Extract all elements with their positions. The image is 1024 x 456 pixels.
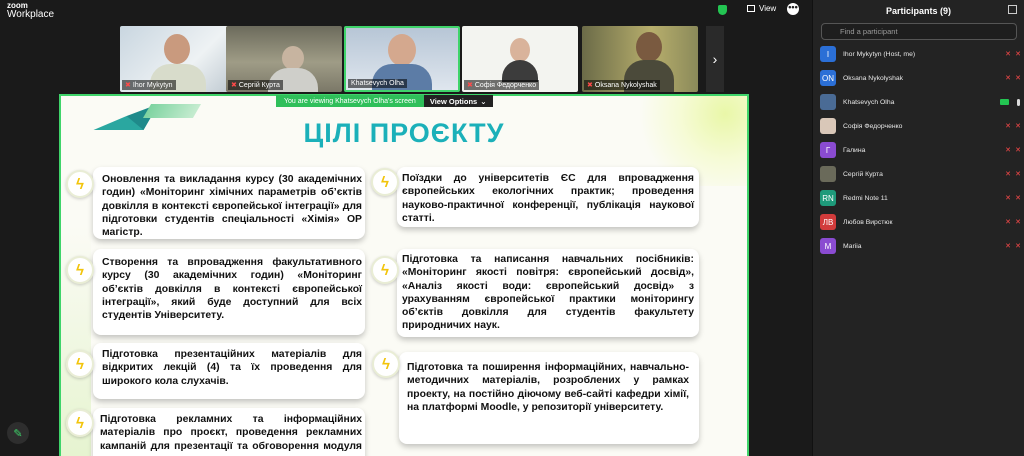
video-on-icon[interactable]	[1000, 99, 1009, 105]
encryption-shield-icon[interactable]	[718, 5, 727, 15]
video-off-icon[interactable]: ✕	[1005, 242, 1011, 250]
grid-icon	[747, 5, 755, 12]
mic-muted-icon[interactable]: ✕	[1015, 146, 1021, 154]
participant-row[interactable]: ON Oksana Nykolyshak ✕ ✕	[813, 66, 1024, 90]
lightning-bolt-icon: ϟ	[372, 350, 400, 378]
avatar	[820, 118, 836, 134]
pop-out-icon[interactable]	[1008, 5, 1017, 14]
lightning-bolt-icon: ϟ	[371, 168, 399, 196]
video-off-icon[interactable]: ✕	[1005, 74, 1011, 82]
mic-muted-icon[interactable]: ✕	[1015, 194, 1021, 202]
goal-text: Підготовка рекламних та інформаційних ма…	[100, 414, 362, 456]
zoom-meeting-window: zoom Workplace View ••• ✖ Ihor Mykytyn ✖ С…	[0, 0, 1024, 456]
participant-name-tag: Khatsevych Olha	[348, 79, 407, 88]
participant-row[interactable]: Софія Федорченко ✕ ✕	[813, 114, 1024, 138]
mic-muted-icon: ✖	[467, 82, 473, 89]
participant-name: Ihor Mykytyn (Host, me)	[843, 50, 916, 58]
participant-name-tag: ✖ Oksana Nykolyshak	[584, 80, 660, 90]
participant-name-tag: ✖ Софія Федорченко	[464, 80, 540, 90]
video-tile-sofiia[interactable]: ✖ Софія Федорченко	[462, 26, 578, 92]
participants-title: Participants (9)	[885, 6, 952, 16]
goal-text: Поїздки до університетів ЄС для впровадж…	[402, 173, 694, 224]
viewing-screen-text: You are viewing Khatsevych Olha's screen	[276, 95, 424, 107]
mic-on-icon[interactable]	[1017, 98, 1020, 106]
zoom-logo: zoom Workplace	[7, 1, 55, 20]
goal-text: Підготовка та поширення інформаційних, н…	[407, 362, 689, 413]
participant-name: Галина	[843, 146, 866, 154]
mic-muted-icon[interactable]: ✕	[1015, 218, 1021, 226]
mic-muted-icon[interactable]: ✕	[1015, 122, 1021, 130]
participant-name: Сергій Курта	[843, 170, 883, 178]
participant-row[interactable]: Г Галина ✕ ✕	[813, 138, 1024, 162]
lightning-bolt-icon: ϟ	[371, 256, 399, 284]
mic-muted-icon: ✖	[231, 82, 237, 89]
lightning-bolt-icon: ϟ	[66, 170, 94, 198]
participant-row[interactable]: Сергій Курта ✕ ✕	[813, 162, 1024, 186]
participant-name: Софія Федорченко	[843, 122, 903, 130]
lightning-bolt-icon: ϟ	[66, 256, 94, 284]
mic-muted-icon: ✖	[587, 82, 593, 89]
avatar: ЛВ	[820, 214, 836, 230]
goal-text: Підготовка презентаційних матеріалів для…	[102, 349, 362, 387]
video-thumbnail-strip: ✖ Ihor Mykytyn ✖ Сергій Курта Khatsevych O…	[0, 24, 812, 94]
participant-row[interactable]: I Ihor Mykytyn (Host, me) ✕ ✕	[813, 42, 1024, 66]
slide-shape-decoration	[142, 104, 202, 118]
shared-screen-slide: ЦІЛІ ПРОЄКТУ ϟ Оновлення та викладання к…	[59, 94, 749, 456]
participant-search-input[interactable]	[821, 23, 1017, 40]
brand-line2: Workplace	[7, 9, 55, 20]
mic-muted-icon[interactable]: ✕	[1015, 74, 1021, 82]
next-page-chevron-icon[interactable]: ›	[706, 26, 724, 92]
lightning-bolt-icon: ϟ	[66, 350, 94, 378]
avatar	[820, 166, 836, 182]
avatar: Г	[820, 142, 836, 158]
video-off-icon[interactable]: ✕	[1005, 170, 1011, 178]
view-label: View	[759, 4, 777, 13]
goal-text: Оновлення та викладання курсу (30 академ…	[102, 174, 362, 239]
view-options-label: View Options	[429, 96, 478, 106]
top-bar: zoom Workplace View •••	[0, 0, 812, 22]
participant-name-tag: ✖ Ihor Mykytyn	[122, 80, 176, 90]
avatar: ON	[820, 70, 836, 86]
participant-row[interactable]: ЛВ Любов Вирстюк ✕ ✕	[813, 210, 1024, 234]
mic-muted-icon[interactable]: ✕	[1015, 170, 1021, 178]
slide-title: ЦІЛІ ПРОЄКТУ	[303, 118, 505, 148]
video-off-icon[interactable]: ✕	[1005, 146, 1011, 154]
mic-muted-icon[interactable]: ✕	[1015, 50, 1021, 58]
participant-row[interactable]: Khatsevych Olha	[813, 90, 1024, 114]
participant-row[interactable]: M Mariia ✕ ✕	[813, 234, 1024, 258]
avatar: RN	[820, 190, 836, 206]
avatar: I	[820, 46, 836, 62]
participant-name: Khatsevych Olha	[843, 98, 895, 106]
avatar: M	[820, 238, 836, 254]
view-button[interactable]: View	[747, 4, 776, 13]
chevron-down-icon: ⌄	[480, 96, 487, 106]
lightning-bolt-icon: ϟ	[66, 409, 94, 437]
video-tile-ihor[interactable]: ✖ Ihor Mykytyn	[120, 26, 236, 92]
video-off-icon[interactable]: ✕	[1005, 50, 1011, 58]
video-off-icon[interactable]: ✕	[1005, 218, 1011, 226]
participants-panel: Participants (9) I Ihor Mykytyn (Host, me…	[812, 0, 1024, 456]
participant-name: Redmi Note 11	[843, 194, 888, 202]
video-off-icon[interactable]: ✕	[1005, 122, 1011, 130]
annotate-pencil-icon[interactable]: ✎	[7, 422, 29, 444]
video-tile-oksana[interactable]: ✖ Oksana Nykolyshak	[582, 26, 698, 92]
view-options-button[interactable]: View Options ⌄	[423, 95, 493, 107]
participant-row[interactable]: RN Redmi Note 11 ✕ ✕	[813, 186, 1024, 210]
video-off-icon[interactable]: ✕	[1005, 194, 1011, 202]
goal-text: Підготовка та написання навчальних посіб…	[402, 254, 694, 332]
mic-muted-icon: ✖	[125, 82, 131, 89]
participant-name: Mariia	[843, 242, 862, 250]
participant-name: Любов Вирстюк	[843, 218, 893, 226]
participant-name-tag: ✖ Сергій Курта	[228, 80, 283, 90]
more-options-button[interactable]: •••	[787, 3, 799, 15]
screen-share-banner: You are viewing Khatsevych Olha's screen…	[276, 95, 493, 107]
participant-list: I Ihor Mykytyn (Host, me) ✕ ✕ ON Oksana Nykol…	[813, 42, 1024, 258]
avatar	[820, 94, 836, 110]
participant-name: Oksana Nykolyshak	[843, 74, 904, 82]
goal-text: Створення та впровадження факультативног…	[102, 257, 362, 322]
mic-muted-icon[interactable]: ✕	[1015, 242, 1021, 250]
video-tile-olha[interactable]: Khatsevych Olha	[344, 26, 460, 92]
video-tile-serhii[interactable]: ✖ Сергій Курта	[226, 26, 342, 92]
